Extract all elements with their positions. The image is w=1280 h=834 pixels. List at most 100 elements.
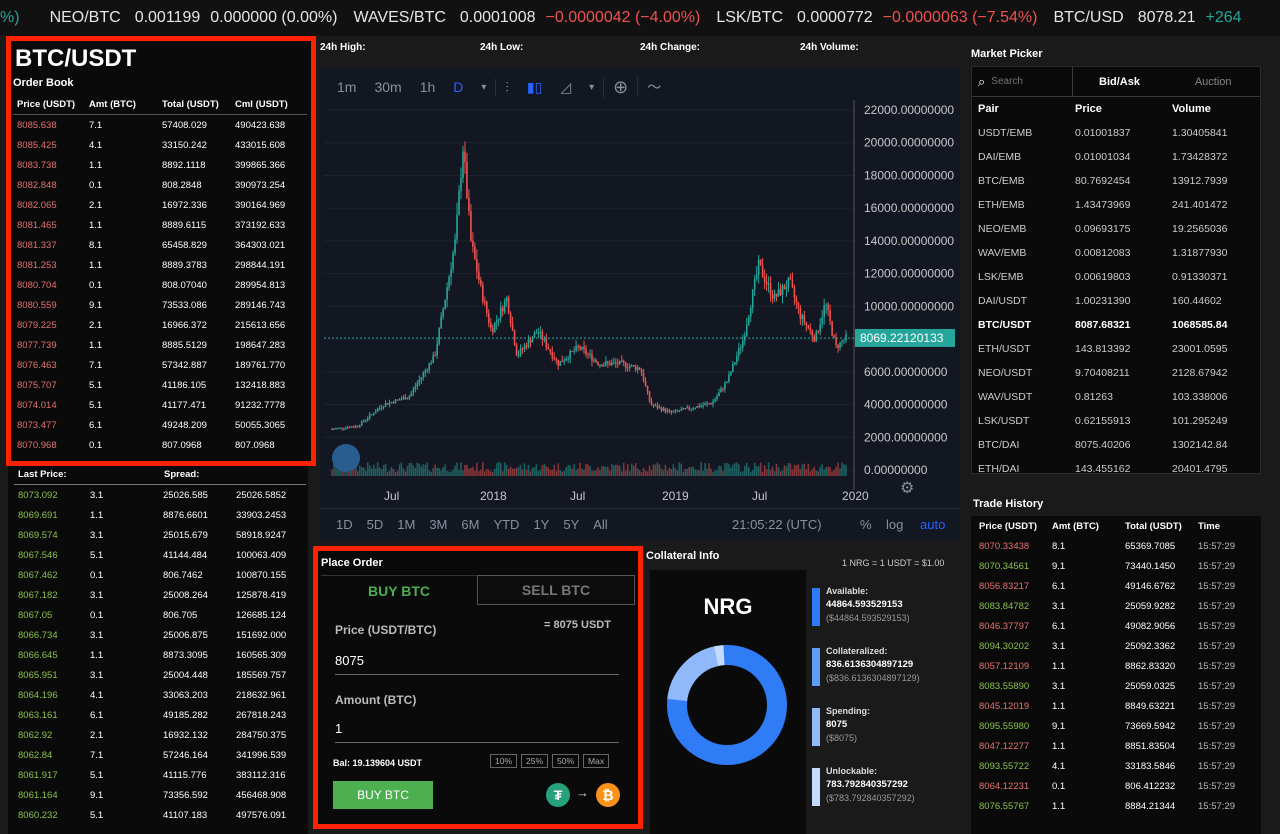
- percent-toggle[interactable]: %: [860, 517, 872, 532]
- ticker-item[interactable]: %): [0, 0, 34, 36]
- ask-row[interactable]: 8080.704 0.1 808.07040 289954.813: [17, 275, 311, 295]
- market-row[interactable]: BTC/USDT 8087.68321 1068585.84: [972, 313, 1260, 337]
- donut-spending-slice: [667, 646, 719, 702]
- range-button[interactable]: 5D: [361, 517, 392, 532]
- ticker-item[interactable]: WAVES/BTC 0.0001008 −0.0000042 (−4.00%): [353, 0, 700, 36]
- market-row[interactable]: NEO/EMB 0.09693175 19.2565036: [972, 217, 1260, 241]
- market-row[interactable]: BTC/DAI 8075.40206 1302142.84: [972, 433, 1260, 457]
- market-row[interactable]: LSK/EMB 0.00619803 0.91330371: [972, 265, 1260, 289]
- candle-body: [740, 347, 742, 349]
- bid-row[interactable]: 8064.196 4.1 33063.203 218632.961: [18, 685, 310, 705]
- auto-toggle[interactable]: auto: [920, 517, 945, 532]
- tab-auction[interactable]: Auction: [1166, 67, 1260, 96]
- ask-row[interactable]: 8082.065 2.1 16972.336 390164.969: [17, 195, 311, 215]
- ask-row[interactable]: 8080.559 9.1 73533.086 289146.743: [17, 295, 311, 315]
- interval-1m[interactable]: 1m: [328, 79, 365, 95]
- chevron-down-icon[interactable]: ▾: [472, 82, 495, 93]
- ask-row[interactable]: 8079.225 2.1 16966.372 215613.656: [17, 315, 311, 335]
- range-button[interactable]: 5Y: [557, 517, 587, 532]
- ask-row[interactable]: 8081.465 1.1 8889.6115 373192.633: [17, 215, 311, 235]
- bid-row[interactable]: 8061.917 5.1 41115.776 383112.316: [18, 765, 310, 785]
- time-cell: 15:57:29: [1198, 640, 1235, 652]
- buy-submit-button[interactable]: BUY BTC: [333, 781, 433, 809]
- candle-body: [593, 359, 595, 361]
- ask-row[interactable]: 8074.014 5.1 41177.471 91232.7778: [17, 395, 311, 415]
- chevron-down-icon[interactable]: ▾: [580, 82, 603, 93]
- ticker-item[interactable]: NEO/BTC 0.001199 0.000000 (0.00%): [50, 0, 338, 36]
- market-row[interactable]: DAI/USDT 1.00231390 160.44602: [972, 289, 1260, 313]
- range-button[interactable]: YTD: [487, 517, 527, 532]
- pct-10-button[interactable]: 10%: [490, 754, 518, 768]
- market-row[interactable]: WAV/EMB 0.00812083 1.31877930: [972, 241, 1260, 265]
- chart-canvas[interactable]: 22000.00000000 20000.00000000 18000.000000…: [320, 100, 960, 500]
- ask-row[interactable]: 8081.337 8.1 65458.829 364303.021: [17, 235, 311, 255]
- market-row[interactable]: ETH/USDT 143.813392 23001.0595: [972, 337, 1260, 361]
- market-row[interactable]: DAI/EMB 0.01001034 1.73428372: [972, 145, 1260, 169]
- sell-tab[interactable]: SELL BTC: [477, 575, 635, 605]
- interval-30m[interactable]: 30m: [365, 79, 410, 95]
- ask-row[interactable]: 8076.463 7.1 57342.887 189761.770: [17, 355, 311, 375]
- market-row[interactable]: ETH/DAI 143.455162 20401.4795: [972, 457, 1260, 481]
- bid-row[interactable]: 8069.574 3.1 25015.679 58918.9247: [18, 525, 310, 545]
- ticker-item[interactable]: BTC/USD 8078.21 +264: [1053, 0, 1241, 36]
- pct-50-button[interactable]: 50%: [552, 754, 580, 768]
- range-button[interactable]: All: [587, 517, 615, 532]
- tab-bid-ask[interactable]: Bid/Ask: [1073, 67, 1167, 96]
- ask-row[interactable]: 8082.848 0.1 808.2848 390973.254: [17, 175, 311, 195]
- pct-25-button[interactable]: 25%: [521, 754, 549, 768]
- market-row[interactable]: ETH/EMB 1.43473969 241.401472: [972, 193, 1260, 217]
- ticker-item[interactable]: LSK/BTC 0.0000772 −0.0000063 (−7.54%): [716, 0, 1037, 36]
- interval-d[interactable]: D: [444, 79, 472, 95]
- market-row[interactable]: WAV/USDT 0.81263 103.338006: [972, 385, 1260, 409]
- compare-icon[interactable]: 〜: [637, 77, 670, 97]
- log-toggle[interactable]: log: [886, 517, 903, 532]
- candle-body: [331, 429, 333, 431]
- ask-row[interactable]: 8077.739 1.1 8885.5129 198647.283: [17, 335, 311, 355]
- price-input[interactable]: 8075: [335, 645, 619, 675]
- range-button[interactable]: 1D: [330, 517, 361, 532]
- range-button[interactable]: 6M: [455, 517, 487, 532]
- bar-type-icon[interactable]: ⫶: [495, 78, 518, 96]
- gear-icon[interactable]: ⚙: [900, 478, 914, 498]
- bid-row[interactable]: 8067.546 5.1 41144.484 100063.409: [18, 545, 310, 565]
- bid-row[interactable]: 8069.691 1.1 8876.6601 33903.2453: [18, 505, 310, 525]
- bid-row[interactable]: 8067.05 0.1 806.705 126685.124: [18, 605, 310, 625]
- bid-row[interactable]: 8063.161 6.1 49185.282 267818.243: [18, 705, 310, 725]
- range-button[interactable]: 1M: [391, 517, 423, 532]
- bid-row[interactable]: 8066.734 3.1 25006.875 151692.000: [18, 625, 310, 645]
- ask-row[interactable]: 8085.638 7.1 57408.029 490423.638: [17, 115, 311, 135]
- bid-row[interactable]: 8067.182 3.1 25008.264 125878.419: [18, 585, 310, 605]
- interval-1h[interactable]: 1h: [411, 79, 445, 95]
- bid-row[interactable]: 8060.232 5.1 41107.183 497576.091: [18, 805, 310, 825]
- bid-row[interactable]: 8065.951 3.1 25004.448 185569.757: [18, 665, 310, 685]
- ask-row[interactable]: 8073.477 6.1 49248.209 50055.3065: [17, 415, 311, 435]
- ask-row[interactable]: 8085.425 4.1 33150.242 433015.608: [17, 135, 311, 155]
- amount-cell: 4.1: [1052, 760, 1066, 772]
- ask-row[interactable]: 8070.968 0.1 807.0968 807.0968: [17, 435, 311, 455]
- market-row[interactable]: BTC/EMB 80.7692454 13912.7939: [972, 169, 1260, 193]
- bid-row[interactable]: 8062.92 2.1 16932.132 284750.375: [18, 725, 310, 745]
- volume-cell: 1068585.84: [1172, 319, 1228, 331]
- bid-row[interactable]: 8067.462 0.1 806.7462 100870.155: [18, 565, 310, 585]
- area-icon[interactable]: ◿: [551, 79, 580, 96]
- ask-row[interactable]: 8083.738 1.1 8892.1118 399865.366: [17, 155, 311, 175]
- bid-row[interactable]: 8073.092 3.1 25026.585 25026.5852: [18, 485, 310, 505]
- search-box[interactable]: ⌕: [972, 67, 1073, 96]
- ask-row[interactable]: 8075.707 5.1 41186.105 132418.883: [17, 375, 311, 395]
- buy-tab[interactable]: BUY BTC: [321, 575, 477, 605]
- bid-row[interactable]: 8061.164 9.1 73356.592 456468.908: [18, 785, 310, 805]
- max-button[interactable]: Max: [583, 754, 610, 768]
- total-cell: 41186.105: [162, 379, 207, 391]
- market-row[interactable]: NEO/USDT 9.70408211 2128.67942: [972, 361, 1260, 385]
- bid-row[interactable]: 8062.84 7.1 57246.164 341996.539: [18, 745, 310, 765]
- range-button[interactable]: 1Y: [527, 517, 557, 532]
- search-input[interactable]: [991, 76, 1052, 87]
- bid-row[interactable]: 8066.645 1.1 8873.3095 160565.309: [18, 645, 310, 665]
- add-indicator-icon[interactable]: ⊕: [603, 76, 637, 98]
- ask-row[interactable]: 8081.253 1.1 8889.3783 298844.191: [17, 255, 311, 275]
- candles-icon[interactable]: ▮▯: [518, 79, 551, 96]
- range-button[interactable]: 3M: [423, 517, 455, 532]
- market-row[interactable]: LSK/USDT 0.62155913 101.295249: [972, 409, 1260, 433]
- market-row[interactable]: USDT/EMB 0.01001837 1.30405841: [972, 121, 1260, 145]
- amount-input[interactable]: 1: [335, 713, 619, 743]
